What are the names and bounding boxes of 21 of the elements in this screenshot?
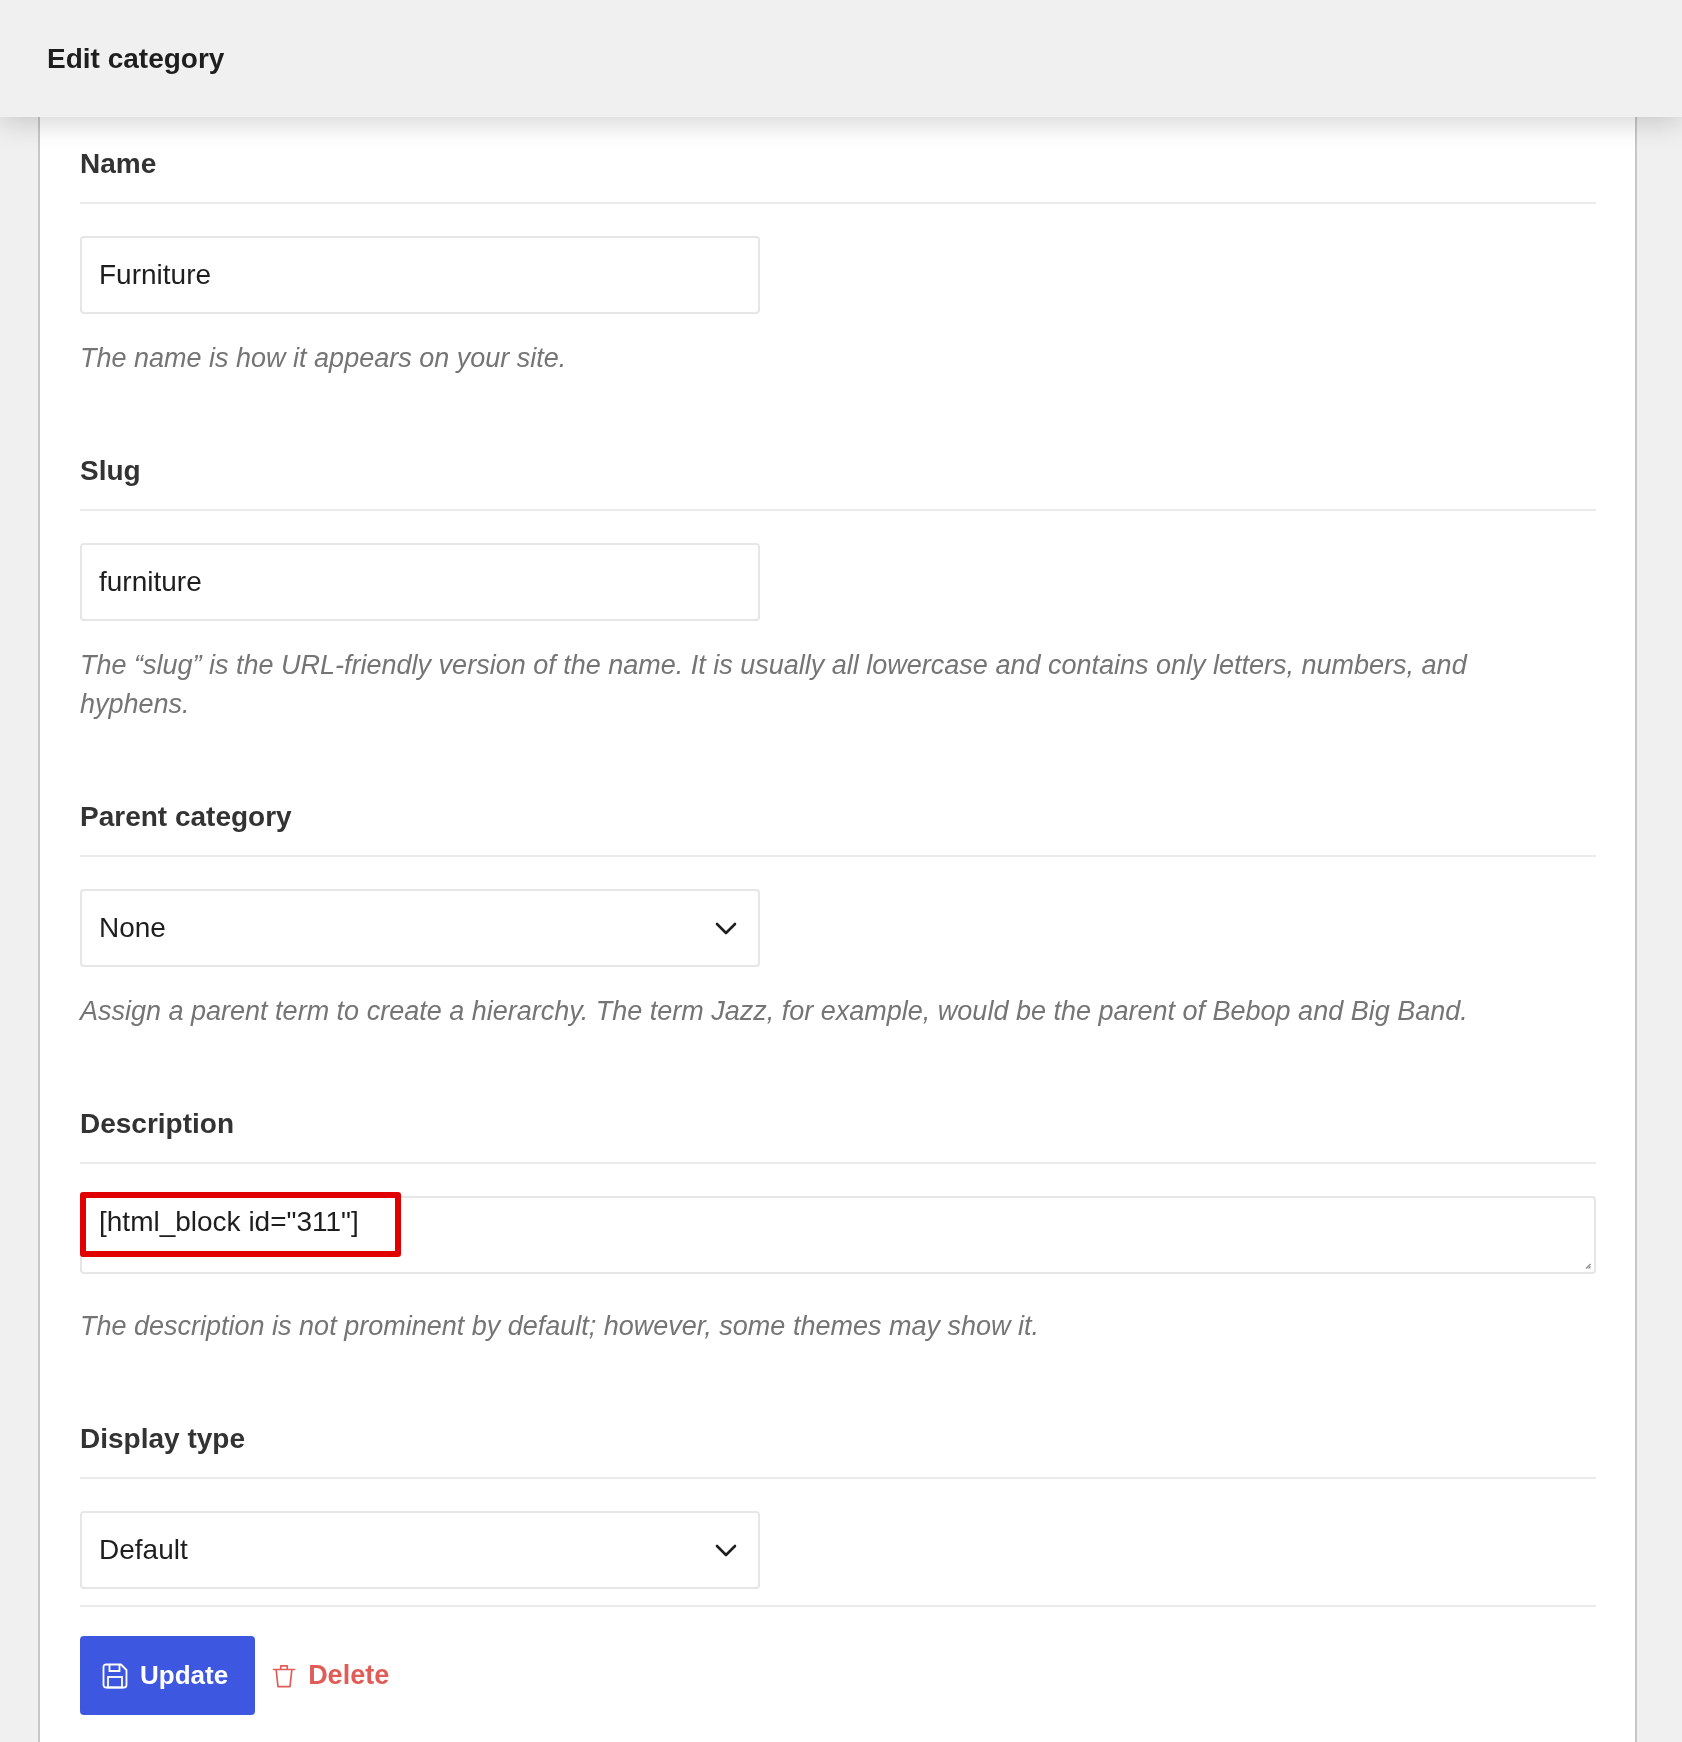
chevron-down-icon (715, 921, 737, 935)
trash-icon (272, 1662, 297, 1689)
text-input[interactable]: furniture (80, 543, 760, 621)
update-button[interactable]: Update (80, 1636, 256, 1715)
delete-button[interactable]: Delete (272, 1660, 390, 1691)
page-title: Edit category (47, 41, 225, 76)
field-label: Parent category (80, 801, 292, 832)
field-label: Description (80, 1108, 235, 1139)
resize-grip-icon (1585, 1263, 1591, 1269)
field-label: Name (80, 148, 157, 179)
help-text: The description is not prominent by default; however, some themes may show it. (80, 1310, 1039, 1343)
textarea-field[interactable]: [html_block id="311"] (80, 1196, 1596, 1274)
dropdown-select[interactable]: None (80, 889, 760, 967)
help-text: The name is how it appears on your site. (80, 342, 567, 375)
text-input[interactable]: Furniture (80, 236, 760, 314)
help-text: Assign a parent term to create a hierarchy. The term Jazz, for example, would be the parent of Bebop and Big Band. (80, 995, 1468, 1028)
chevron-down-icon (715, 1543, 737, 1557)
help-text: The “slug” is the URL-friendly version of the name. It is usually all lowercase and contains only letters, numbers, and hyphens. (80, 649, 1469, 721)
field-label: Slug (80, 455, 141, 486)
field-label: Display type (80, 1423, 245, 1454)
dropdown-select[interactable]: Default (80, 1511, 760, 1589)
